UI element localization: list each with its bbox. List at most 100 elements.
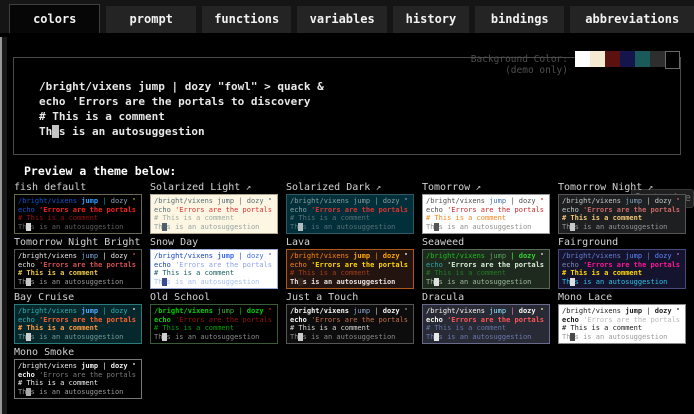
token-pipe: | (98, 197, 111, 205)
theme-sample-line: echo 'Errors are the portals (426, 316, 546, 325)
tab-prompt[interactable]: prompt (106, 6, 195, 33)
theme-sample-line: # This is a comment (154, 214, 274, 223)
theme-sample-line: echo 'Errors are the portals (290, 206, 410, 215)
bg-swatch-dark-red[interactable] (605, 51, 620, 67)
token-path: /bright/vixens (18, 362, 81, 370)
token-pipe: | (370, 197, 383, 205)
theme-title-solarized-light[interactable]: Solarized Light ↗ (150, 181, 278, 194)
tab-history[interactable]: history (393, 6, 469, 33)
theme-title-solarized-dark[interactable]: Solarized Dark ↗ (286, 181, 414, 194)
token-pipe: | (234, 252, 247, 260)
theme-preview-fairground[interactable]: /bright/vixens jump | dozy "echo 'Errors… (558, 249, 686, 289)
token-comment: # This is a comment (18, 379, 98, 387)
theme-title-tomorrow-night-bright[interactable]: Tomorrow Night Bright ↗ (14, 236, 142, 249)
theme-preview-old-school[interactable]: /bright/vixens jump | dozy "echo 'Errors… (150, 304, 278, 344)
tab-variables[interactable]: variables (297, 6, 386, 33)
theme-preview-solarized-light[interactable]: /bright/vixens jump | dozy "echo 'Errors… (150, 194, 278, 234)
token-echo: echo (18, 206, 39, 214)
theme-preview-mono-lace[interactable]: /bright/vixens jump | dozy "echo 'Errors… (558, 304, 686, 344)
token-autosug: s is an autosuggestion (575, 223, 668, 231)
bg-swatch-cream[interactable] (590, 51, 605, 67)
bg-swatch-dark-gray[interactable] (650, 51, 665, 67)
token-comment: # This is a comment (154, 324, 234, 332)
token-quote: " (676, 252, 680, 260)
token-pipe: | (642, 252, 655, 260)
theme-sample-line: echo 'Errors are the portals (426, 261, 546, 270)
theme-preview-solarized-dark[interactable]: /bright/vixens jump | dozy "echo 'Errors… (286, 194, 414, 234)
theme-preview-seaweed[interactable]: /bright/vixens jump | dozy "echo 'Errors… (422, 249, 550, 289)
token-command: jump (81, 252, 98, 260)
theme-sample-line: # This is a comment (562, 214, 682, 223)
bg-swatch-black[interactable] (665, 51, 680, 69)
token-command: jump (81, 307, 98, 315)
theme-cell-mono-smoke: Mono Smoke/bright/vixens jump | dozy "ec… (14, 346, 142, 401)
token-quote: " (404, 252, 408, 260)
theme-title-tomorrow-night[interactable]: Tomorrow Night ↗ (558, 181, 686, 194)
token-command: jump (625, 197, 642, 205)
token-quote: " (676, 307, 680, 315)
theme-sample-line: This is an autosuggestion (290, 278, 410, 287)
token-error: 'Errors are the portals (175, 206, 272, 214)
theme-sample-line: This is an autosuggestion (426, 223, 546, 232)
theme-preview-fish-default[interactable]: /bright/vixens jump | dozy "echo 'Errors… (14, 194, 142, 234)
theme-title-tomorrow[interactable]: Tomorrow ↗ (422, 181, 550, 194)
token-echo: echo (562, 316, 583, 324)
token-autosug: s is an autosuggestion (31, 223, 124, 231)
token-comment: # This is a comment (562, 269, 642, 277)
theme-sample-line: /bright/vixens jump | dozy " (18, 307, 138, 316)
theme-sample-line: echo 'Errors are the portals (18, 206, 138, 215)
theme-sample-line: This is an autosuggestion (18, 333, 138, 342)
theme-preview-lava[interactable]: /bright/vixens jump | dozy "echo 'Errors… (286, 249, 414, 289)
theme-preview-bay-cruise[interactable]: /bright/vixens jump | dozy "echo 'Errors… (14, 304, 142, 344)
external-link-icon[interactable]: ↗ (642, 183, 653, 193)
theme-sample-line: This is an autosuggestion (290, 333, 410, 342)
token-comment: # This is a comment (562, 324, 642, 332)
token-param: dozy (519, 197, 540, 205)
token-autosug: s is an autosuggestion (303, 278, 396, 286)
token-autosug: s is an autosuggestion (439, 278, 532, 286)
token-echo: echo (290, 316, 311, 324)
token-echo: echo (426, 261, 447, 269)
token-command: jump (81, 362, 98, 370)
tab-colors[interactable]: colors (9, 4, 100, 33)
theme-preview-tomorrow-night[interactable]: /bright/vixens jump | dozy "echo 'Errors… (558, 194, 686, 234)
token-param: dozy (247, 197, 268, 205)
tab-functions[interactable]: functions (202, 6, 291, 33)
theme-preview-tomorrow-night-bright[interactable]: /bright/vixens jump | dozy "echo 'Errors… (14, 249, 142, 289)
theme-title-fairground: Fairground (558, 236, 686, 249)
external-link-icon[interactable]: ↗ (370, 183, 381, 193)
theme-sample-line: # This is a comment (562, 324, 682, 333)
token-echo: echo (290, 261, 311, 269)
token-echo: echo (154, 261, 175, 269)
theme-sample-line: This is an autosuggestion (18, 223, 138, 232)
token-command: jump (81, 197, 98, 205)
theme-sample-line: This is an autosuggestion (562, 333, 682, 342)
background-color-label-text: Background Color: (471, 54, 568, 65)
theme-sample-line: echo 'Errors are the portals (562, 206, 682, 215)
theme-preview-dracula[interactable]: /bright/vixens jump | dozy "echo 'Errors… (422, 304, 550, 344)
token-quote: " (132, 362, 136, 370)
theme-preview-snow-day[interactable]: /bright/vixens jump | dozy "echo 'Errors… (150, 249, 278, 289)
token-comment: # This is a comment (18, 214, 98, 222)
theme-sample-line: This is an autosuggestion (426, 333, 546, 342)
theme-preview-tomorrow[interactable]: /bright/vixens jump | dozy "echo 'Errors… (422, 194, 550, 234)
token-path: /bright/vixens (426, 197, 489, 205)
tab-bindings[interactable]: bindings (475, 6, 564, 33)
bg-swatch-teal[interactable] (635, 51, 650, 67)
tab-abbreviations[interactable]: abbreviations (570, 6, 694, 33)
token-echo: echo (18, 371, 39, 379)
token-path: /bright/vixens (426, 307, 489, 315)
theme-preview-mono-smoke[interactable]: /bright/vixens jump | dozy "echo 'Errors… (14, 359, 142, 399)
theme-sample-line: /bright/vixens jump | dozy " (290, 252, 410, 261)
theme-name: Mono Smoke (14, 347, 74, 358)
external-link-icon[interactable]: ↗ (140, 238, 142, 248)
bg-swatch-navy[interactable] (620, 51, 635, 67)
external-link-icon[interactable]: ↗ (470, 183, 481, 193)
external-link-icon[interactable]: ↗ (240, 183, 251, 193)
token-param: dozy (519, 307, 540, 315)
theme-cell-old-school: Old School/bright/vixens jump | dozy "ec… (150, 291, 278, 346)
token-pipe: | (98, 307, 111, 315)
bg-swatch-white[interactable] (575, 51, 590, 67)
theme-preview-just-a-touch[interactable]: /bright/vixens jump | dozy "echo 'Errors… (286, 304, 414, 344)
theme-name: Tomorrow (422, 182, 470, 193)
